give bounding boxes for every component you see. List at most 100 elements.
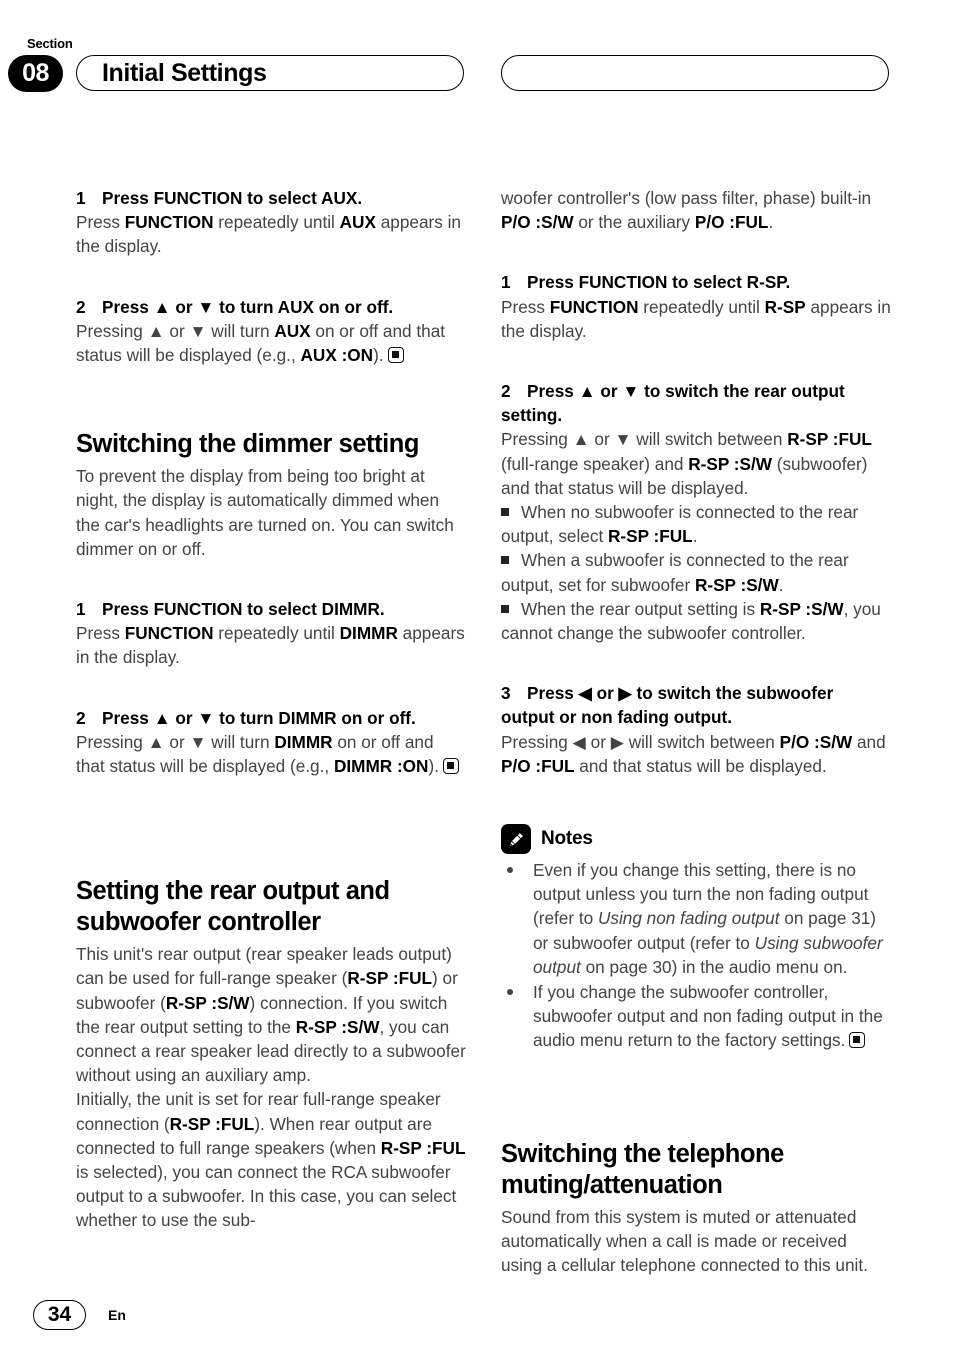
square-bullet-icon bbox=[501, 508, 509, 517]
text-run: Pressing ▲ or ▼ will turn bbox=[76, 320, 275, 341]
bullet-dot-icon bbox=[507, 867, 513, 874]
dimmer-section-heading: Switching the dimmer setting bbox=[76, 430, 420, 459]
step-rsp-2-number: 2 bbox=[501, 381, 511, 402]
header-pill-left: Initial Settings bbox=[76, 55, 464, 91]
rear-output-heading-line-1: Setting the rear output and bbox=[76, 877, 390, 906]
text-run: . bbox=[768, 212, 774, 233]
end-of-procedure-icon bbox=[442, 758, 459, 775]
text-run-bold: P/O :FUL bbox=[694, 212, 769, 233]
text-run: repeatedly until bbox=[213, 623, 340, 644]
square-bullet-item: When a subwoofer is connected to the rea… bbox=[501, 548, 891, 596]
text-run-bold: DIMMR bbox=[339, 623, 398, 644]
text-run-bold: R-SP :S/W bbox=[295, 1016, 380, 1037]
rear-output-paragraph-1: This unit's rear output (rear speaker le… bbox=[76, 942, 466, 1087]
step-rsp-2-body: Pressing ▲ or ▼ will switch between R-SP… bbox=[501, 427, 891, 500]
text-run-bold: R-SP :FUL bbox=[169, 1113, 255, 1134]
step-aux-1-heading-text: Press FUNCTION to select AUX. bbox=[102, 188, 363, 208]
text-run-bold: AUX bbox=[339, 212, 376, 233]
page-number-badge: 34 bbox=[33, 1300, 86, 1330]
text-run: on page 30) in the audio menu on. bbox=[580, 956, 848, 977]
step-rsp-2-heading-text: Press ▲ or ▼ to switch the rear output s… bbox=[501, 381, 845, 426]
right-column: woofer controller's (low pass filter, ph… bbox=[501, 186, 891, 1277]
step-aux-1-heading: 1 Press FUNCTION to select AUX. bbox=[76, 186, 466, 210]
text-run: repeatedly until bbox=[213, 212, 340, 233]
text-run: When a subwoofer is connected to the rea… bbox=[501, 550, 849, 595]
rear-output-section-heading: Setting the rear output and subwoofer co… bbox=[76, 876, 466, 938]
text-run-bold: DIMMR bbox=[274, 731, 333, 752]
text-run: ). bbox=[428, 756, 439, 777]
text-run: Pressing ▲ or ▼ will switch between bbox=[501, 429, 788, 450]
telephone-muting-paragraph: Sound from this system is muted or atten… bbox=[501, 1206, 868, 1276]
notes-title: Notes bbox=[541, 827, 593, 849]
telephone-heading-line-2: muting/attenuation bbox=[501, 1170, 723, 1199]
step-dimmr-2-heading-text: Press ▲ or ▼ to turn DIMMR on or off. bbox=[102, 707, 416, 728]
step-dimmr-1-heading: 1 Press FUNCTION to select DIMMR. bbox=[76, 597, 466, 621]
page-footer: 34 En bbox=[33, 1300, 126, 1330]
text-run-bold: R-SP :S/W bbox=[694, 574, 779, 595]
text-run: woofer controller's (low pass filter, ph… bbox=[501, 188, 872, 208]
square-bullet-icon bbox=[501, 556, 509, 565]
text-run: and that status will be displayed. bbox=[574, 755, 827, 776]
text-run-bold: R-SP :FUL bbox=[787, 429, 872, 450]
text-run: . bbox=[692, 526, 698, 547]
text-run: repeatedly until bbox=[638, 296, 765, 317]
step-dimmr-1-body: Press FUNCTION repeatedly until DIMMR ap… bbox=[76, 621, 466, 669]
text-run-bold: R-SP :FUL bbox=[608, 526, 693, 547]
square-bullet-icon bbox=[501, 604, 509, 613]
section-label: Section bbox=[27, 36, 73, 51]
header-pill-right bbox=[501, 55, 889, 91]
step-dimmr-2-heading: 2 Press ▲ or ▼ to turn DIMMR on or off. bbox=[76, 706, 466, 730]
text-run: Pressing ◀ or ▶ will switch between bbox=[501, 731, 780, 752]
text-run-bold: AUX :ON bbox=[300, 345, 374, 366]
text-run: Pressing ▲ or ▼ will turn bbox=[76, 731, 275, 752]
end-of-procedure-icon bbox=[387, 347, 404, 364]
text-run: and bbox=[852, 731, 886, 752]
step-po-3-body: Pressing ◀ or ▶ will switch between P/O … bbox=[501, 730, 891, 778]
step-po-3-heading-text: Press ◀ or ▶ to switch the subwoofer out… bbox=[501, 683, 834, 728]
telephone-muting-section-heading: Switching the telephone muting/attenuati… bbox=[501, 1139, 891, 1201]
step-rsp-1-number: 1 bbox=[501, 272, 511, 293]
text-run-bold: AUX bbox=[274, 320, 311, 341]
rear-output-heading-line-2: subwoofer controller bbox=[76, 908, 321, 937]
step-aux-2-body: Pressing ▲ or ▼ will turn AUX on or off … bbox=[76, 319, 466, 367]
step-aux-1-body: Press FUNCTION repeatedly until AUX appe… bbox=[76, 210, 466, 258]
text-run: Press bbox=[76, 212, 125, 233]
telephone-heading-line-1: Switching the telephone bbox=[501, 1139, 784, 1168]
text-run-bold: R-SP :FUL bbox=[380, 1137, 466, 1158]
step-aux-2-heading: 2 Press ▲ or ▼ to turn AUX on or off. bbox=[76, 295, 466, 319]
pencil-icon bbox=[501, 824, 531, 855]
text-run: or the auxiliary bbox=[573, 212, 695, 233]
page-title: Initial Settings bbox=[102, 58, 267, 87]
step-dimmr-1-heading-text: Press FUNCTION to select DIMMR. bbox=[102, 599, 385, 620]
text-run-bold: P/O :S/W bbox=[501, 212, 574, 233]
note-list-item: If you change the subwoofer controller, … bbox=[501, 980, 891, 1053]
step-rsp-1-heading-text: Press FUNCTION to select R-SP. bbox=[527, 272, 791, 293]
section-number-badge: 08 bbox=[8, 55, 63, 92]
text-run-bold: FUNCTION bbox=[549, 296, 639, 317]
text-run-bold: P/O :S/W bbox=[779, 731, 853, 752]
text-run-bold: FUNCTION bbox=[124, 212, 214, 233]
left-column: 1 Press FUNCTION to select AUX. Press FUN… bbox=[76, 186, 466, 1233]
end-of-procedure-icon bbox=[849, 1032, 866, 1049]
note-list-item: Even if you change this setting, there i… bbox=[501, 858, 891, 979]
dimmer-intro-paragraph: To prevent the display from being too br… bbox=[76, 466, 454, 559]
text-run-bold: R-SP :S/W bbox=[688, 453, 772, 474]
text-run-bold: R-SP :S/W bbox=[759, 598, 844, 619]
text-run-bold: R-SP bbox=[764, 296, 806, 317]
text-run-bold: R-SP :S/W bbox=[165, 992, 250, 1013]
step-dimmr-1-number: 1 bbox=[76, 599, 86, 620]
square-bullet-item: When no subwoofer is connected to the re… bbox=[501, 500, 891, 548]
text-run-bold: P/O :FUL bbox=[501, 755, 575, 776]
text-run-italic: Using non fading output bbox=[597, 908, 780, 929]
